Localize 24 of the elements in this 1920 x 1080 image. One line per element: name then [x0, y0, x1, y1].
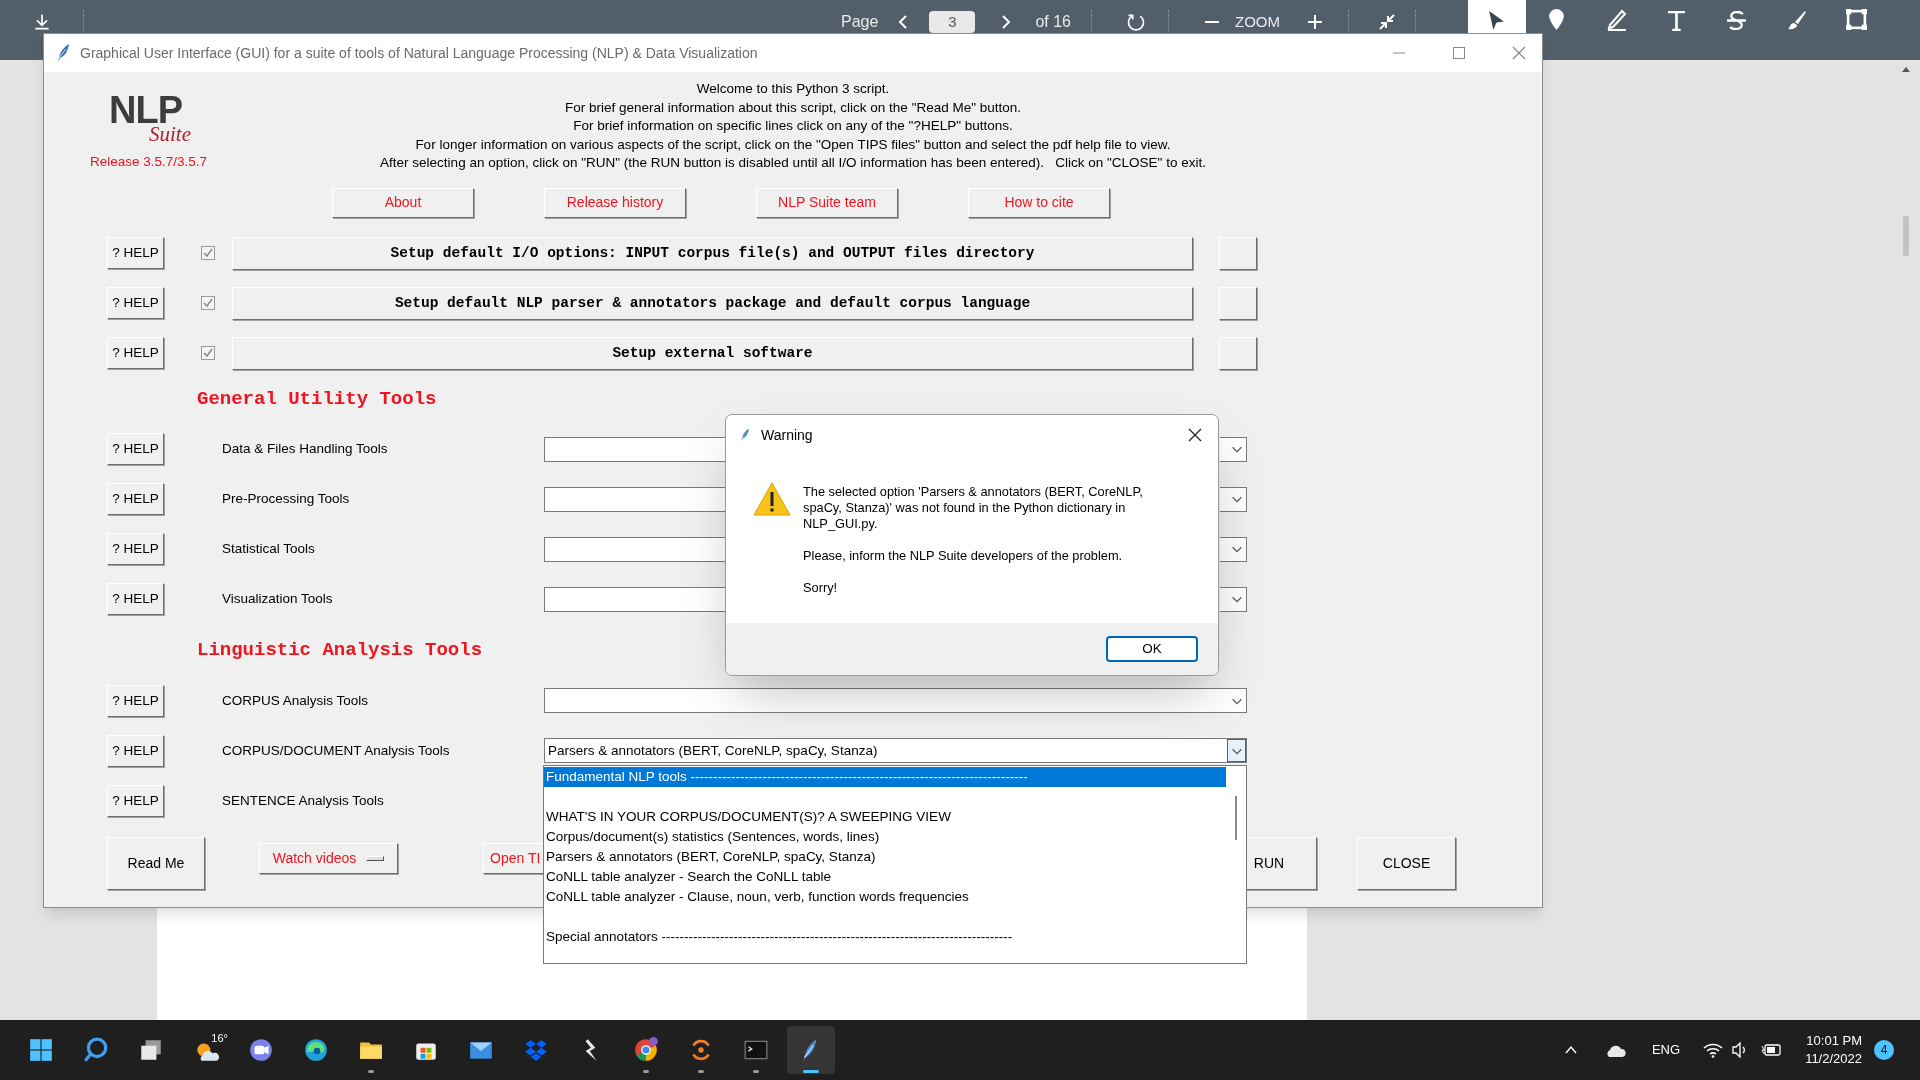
welcome-text: For brief information on specific lines click on any of the "?HELP" buttons. — [573, 117, 1013, 136]
tool-label: Statistical Tools — [222, 540, 316, 559]
section-heading: Linguistic Analysis Tools — [197, 638, 483, 664]
tool-label: Data & Files Handling Tools — [222, 440, 389, 459]
zoom-label: ZOOM — [1234, 11, 1280, 32]
page-total: of 16 — [1035, 12, 1071, 32]
release-label: Release 3.5.7/3.5.7 — [90, 153, 209, 171]
temperature-label: 16° — [211, 1031, 228, 1046]
dialog-title: Warning — [761, 425, 813, 445]
tool-label: CORPUS/DOCUMENT Analysis Tools — [222, 741, 451, 760]
welcome-text: Welcome to this Python 3 script. — [696, 80, 890, 98]
tool-label: Pre-Processing Tools — [222, 490, 351, 509]
section-heading: General Utility Tools — [197, 386, 437, 412]
tool-label: Visualization Tools — [222, 590, 334, 609]
welcome-text: For longer information on various aspects of the script, click on the "Open TIPS files" button and select the pdf help file to view. — [415, 135, 1171, 154]
dialog-message: The selected option 'Parsers & annotators (BERT, CoreNLP, spaCy, Stanza)' was not found in the Python dictionary in NLP_GUI.py. — [803, 484, 1144, 532]
dialog-message: Please, inform the NLP Suite developers of the problem. — [803, 548, 1124, 564]
dialog-message: Sorry! — [803, 580, 839, 596]
page-label: Page — [841, 12, 879, 32]
tool-label: CORPUS Analysis Tools — [222, 691, 370, 710]
tool-label: SENTENCE Analysis Tools — [222, 791, 385, 810]
window-title: Graphical User Interface (GUI) for a suite of tools of Natural Language Processing (NLP) & Data Visualization — [80, 43, 758, 63]
welcome-text: After selecting an option, click on "RUN" (the RUN button is disabled until all I/O information has been entered). Click on "CLOSE" to exit. — [380, 154, 1206, 173]
welcome-text: For brief general information about this script, click on the "Read Me" button. — [564, 98, 1022, 117]
